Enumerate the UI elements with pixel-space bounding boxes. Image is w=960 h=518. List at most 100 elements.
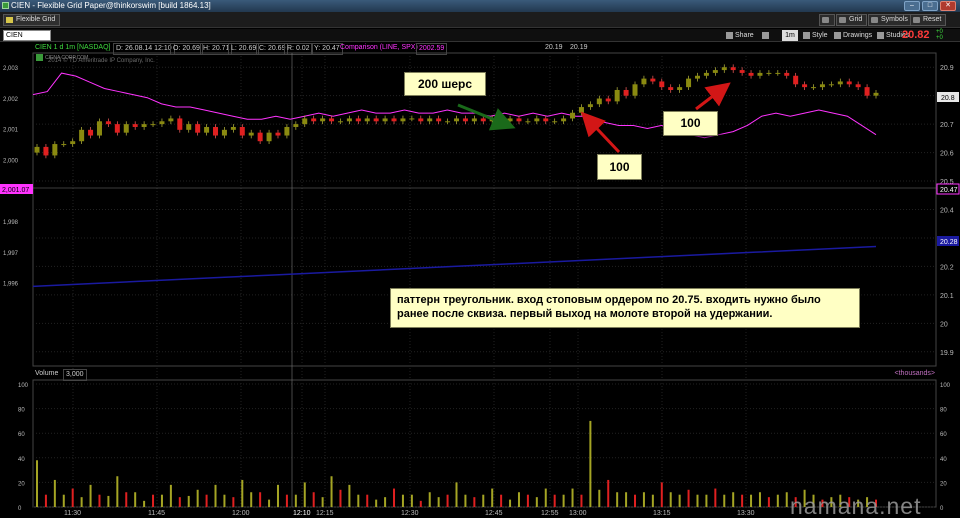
candle-body (454, 118, 459, 122)
volume-bar (598, 489, 601, 507)
volume-bar (580, 494, 583, 507)
volume-bar (116, 476, 119, 507)
volume-bar (205, 494, 208, 507)
candle-body (596, 98, 602, 105)
volume-axis-label-left: 60 (18, 432, 25, 438)
volume-label: Volume (35, 370, 59, 377)
candle-body (329, 118, 335, 122)
comparison-axis-label: 2,003 (3, 66, 19, 72)
volume-bar (53, 479, 56, 507)
volume-bar (36, 460, 38, 507)
candle-body (739, 70, 745, 73)
volume-bar (669, 492, 672, 507)
volume-bar (169, 484, 172, 507)
volume-bar (89, 484, 92, 507)
volume-axis-label-left: 0 (18, 506, 22, 512)
company-logo-icon (36, 54, 43, 61)
candle-body (302, 118, 308, 125)
volume-bar (553, 494, 556, 507)
volume-bar (464, 494, 467, 507)
comparison-price-badge: 20.47 (940, 187, 958, 194)
candle-body (123, 124, 129, 133)
volume-bar (232, 497, 235, 507)
volume-bar (187, 495, 190, 507)
candle-body (552, 121, 558, 123)
candle-body (391, 118, 397, 122)
volume-bar (491, 488, 494, 507)
note-shares-200[interactable]: 200 шерс (404, 72, 486, 96)
candle-body (409, 118, 415, 120)
volume-bar (143, 500, 146, 507)
candle-body (373, 118, 379, 122)
price-axis-label: 20.6 (940, 151, 954, 158)
candle-body (70, 141, 76, 145)
time-axis-label: 12:45 (485, 510, 503, 517)
candle-body (623, 89, 629, 96)
volume-bar (178, 497, 181, 507)
volume-bar (268, 499, 271, 507)
candle-body (677, 87, 683, 90)
candle-body (96, 121, 102, 136)
volume-bar (785, 492, 788, 507)
time-axis-label: 12:10 (293, 510, 311, 517)
volume-bar (134, 492, 137, 507)
price-axis-label: 20.1 (940, 293, 954, 300)
note-comment[interactable]: паттерн треугольник. вход стоповым ордер… (390, 288, 860, 328)
volume-bar (651, 494, 654, 507)
volume-bar (705, 494, 708, 507)
volume-bar (473, 497, 476, 507)
candle-body (793, 75, 799, 85)
candle-body (266, 132, 272, 142)
time-axis-label: 12:30 (401, 510, 419, 517)
candle-body (177, 118, 183, 130)
volume-bar (71, 488, 74, 507)
time-axis-label: 12:15 (316, 510, 334, 517)
price-axis-label: 20.4 (940, 208, 954, 215)
candle-body (605, 98, 611, 102)
candle-body (668, 87, 674, 90)
volume-bar (562, 494, 565, 507)
volume-bar (437, 497, 440, 507)
candle-body (766, 72, 772, 74)
candle-body (150, 124, 156, 126)
note-exit-second[interactable]: 100 (663, 111, 718, 136)
ma-price-badge: 20.28 (940, 239, 958, 246)
note-exit-first[interactable]: 100 (597, 154, 642, 180)
volume-bar (160, 494, 163, 507)
volume-bar (616, 492, 619, 507)
candle-body (141, 124, 147, 127)
volume-bar (366, 494, 369, 507)
time-axis-label: 11:30 (64, 510, 81, 517)
candle-body (507, 118, 513, 122)
comparison-axis-label: 2,002 (3, 97, 19, 103)
candle-body (400, 118, 406, 122)
candle-body (257, 132, 263, 142)
candle-body (382, 118, 388, 122)
candle-body (730, 67, 736, 71)
volume-bar (517, 492, 520, 507)
volume-bar (526, 494, 529, 507)
candle-body (632, 84, 638, 96)
price-axis-label: 20 (940, 321, 948, 328)
candle-body (578, 107, 584, 113)
volume-bar (294, 494, 297, 507)
volume-bar (285, 494, 288, 507)
volume-axis-label-left: 20 (18, 481, 25, 487)
last-price-badge: 20.8 (941, 95, 955, 102)
candle-body (186, 124, 192, 130)
candle-body (239, 126, 245, 136)
comparison-axis-label: 2,000 (3, 158, 19, 164)
candle-body (864, 87, 870, 96)
candle-body (88, 129, 94, 136)
company-name: CIENA CORP.COM (45, 55, 88, 61)
watermark: namana.net (790, 493, 922, 518)
candle-body (275, 132, 281, 136)
volume-series (36, 420, 877, 507)
volume-bar (634, 494, 637, 507)
volume-bar (482, 494, 485, 507)
arrow-exit-second (695, 82, 731, 111)
volume-axis-label-right: 40 (940, 457, 947, 463)
volume-pane-frame (32, 379, 937, 508)
candle-body (168, 118, 174, 122)
volume-bar (535, 497, 538, 507)
